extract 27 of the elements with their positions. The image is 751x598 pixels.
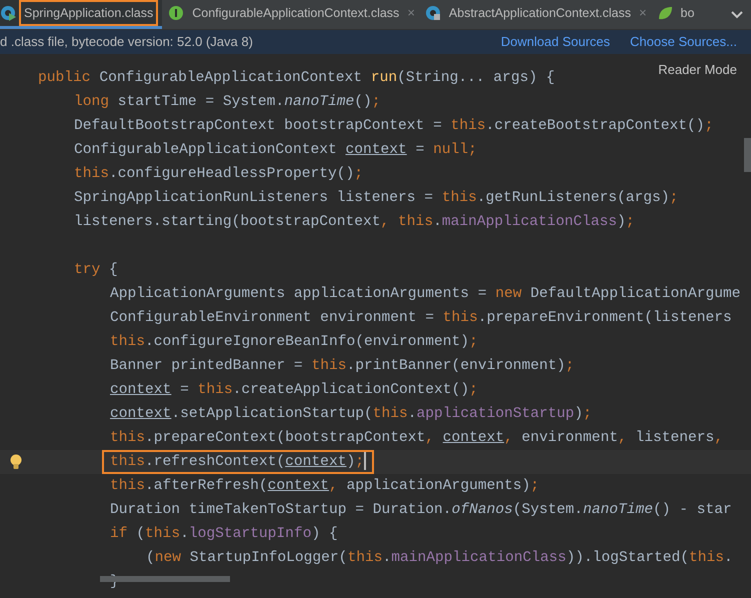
code-line: context = this.createApplicationContext(); bbox=[109, 381, 479, 400]
code-line: try { bbox=[73, 261, 119, 280]
code-line: DefaultBootstrapContext bootstrapContext = this.createBootstrapContext(); bbox=[73, 117, 714, 136]
code-line: ConfigurableApplicationContext context = null; bbox=[73, 141, 478, 160]
editor-tab[interactable]: ConfigurableApplicationContext.class × bbox=[162, 0, 419, 29]
code-line: context.setApplicationStartup(this.applicationStartup); bbox=[109, 405, 593, 424]
code-line: long startTime = System.nanoTime(); bbox=[73, 93, 382, 112]
banner-link[interactable]: Download Sources bbox=[500, 32, 610, 52]
code-line: SpringApplicationRunListeners listeners = this.getRunListeners(args); bbox=[73, 189, 680, 208]
editor-tab[interactable]: bo bbox=[650, 0, 704, 29]
code-line: (new StartupInfoLogger(this.mainApplicationClass)).logStarted(this. bbox=[145, 549, 734, 568]
banner-message: d .class file, bytecode version: 52.0 (Java 8) bbox=[0, 33, 253, 52]
code-line: ConfigurableEnvironment environment = this.prepareEnvironment(listeners bbox=[109, 309, 733, 328]
code-line: this.configureHeadlessProperty(); bbox=[73, 165, 364, 184]
code-line: listeners.starting(bootstrapContext, this.mainApplicationClass); bbox=[73, 213, 636, 232]
reader-mode-toggle[interactable]: Reader Mode bbox=[658, 60, 737, 80]
editor-tab[interactable]: AbstractApplicationContext.class × bbox=[418, 0, 651, 29]
code-line: this.afterRefresh(context, applicationArguments); bbox=[109, 477, 540, 496]
code-line: if (this.logStartupInfo) { bbox=[109, 525, 339, 544]
banner-link[interactable]: Choose Sources... bbox=[630, 32, 737, 52]
code-line: this.configureIgnoreBeanInfo(environment); bbox=[109, 333, 479, 352]
code-line: Banner printedBanner = this.printBanner(environment); bbox=[109, 357, 576, 376]
code-line: public ConfigurableApplicationContext run(String... args) { bbox=[37, 69, 556, 88]
code-line: this.prepareContext(bootstrapContext, context, environment, listeners, bbox=[109, 429, 724, 448]
editor-tab[interactable]: SpringApplication.class bbox=[0, 0, 162, 29]
code-line: ApplicationArguments applicationArguments = new DefaultApplicationArgume bbox=[109, 285, 742, 304]
code-line: Duration timeTakenToStartup = Duration.ofNanos(System.nanoTime() - star bbox=[109, 501, 733, 520]
